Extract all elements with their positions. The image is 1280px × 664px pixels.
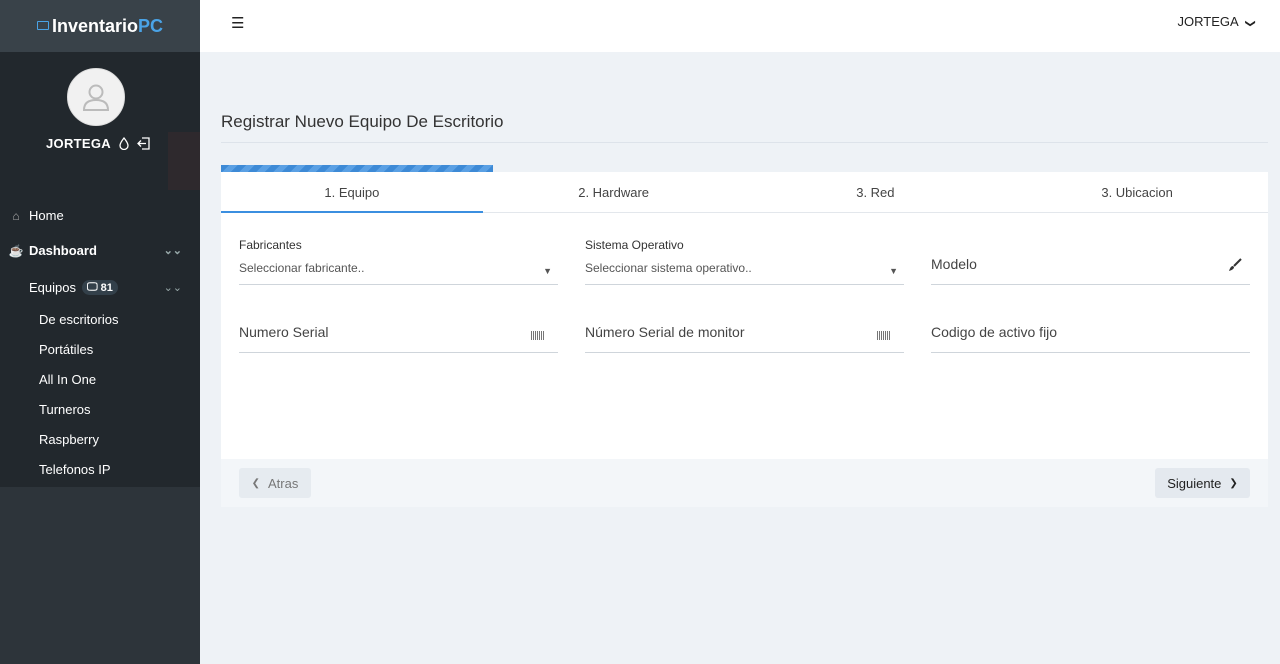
chevron-down-icon: ❯: [1244, 19, 1256, 28]
equipos-count-badge: 🖵 81: [81, 280, 118, 295]
brand-logo[interactable]: Inventario PC: [0, 0, 200, 52]
caret-down-icon: ▼: [543, 266, 552, 276]
tab-red[interactable]: 3. Red: [745, 172, 1007, 212]
sidebar-subitem-raspberry[interactable]: Raspberry: [0, 425, 200, 455]
caret-down-icon: ▼: [889, 266, 898, 276]
sidebar-item-home[interactable]: ⌂ Home: [0, 198, 200, 233]
fabricantes-select[interactable]: Seleccionar fabricante.. ▼: [239, 261, 558, 285]
wizard-card: 1. Equipo 2. Hardware 3. Red 3. Ubicacio…: [221, 172, 1268, 507]
page-title: Registrar Nuevo Equipo De Escritorio: [221, 112, 504, 131]
serial-monitor-placeholder: Número Serial de monitor: [585, 324, 745, 340]
wizard-tabs: 1. Equipo 2. Hardware 3. Red 3. Ubicacio…: [221, 172, 1268, 213]
monitor-icon: [36, 20, 49, 30]
fabricantes-label: Fabricantes: [239, 238, 302, 252]
chevron-right-icon: ❯: [1229, 477, 1238, 489]
sistema-operativo-field: Sistema Operativo Seleccionar sistema op…: [585, 238, 904, 285]
brand-accent: PC: [138, 15, 164, 36]
next-button[interactable]: Siguiente ❯: [1155, 468, 1250, 498]
sidebar-subitem-portatiles[interactable]: Portátiles: [0, 335, 200, 365]
brush-icon: [1228, 258, 1242, 275]
brand-name: Inventario: [51, 15, 138, 36]
chevron-left-icon: ❮: [251, 477, 261, 489]
sidebar-item-equipos[interactable]: Equipos 🖵 81 ⌄⌄: [0, 270, 200, 305]
avatar: [67, 68, 125, 126]
activo-fijo-placeholder: Codigo de activo fijo: [931, 324, 1058, 340]
monitor-icon: 🖵: [86, 281, 98, 293]
equipos-count: 81: [100, 281, 113, 294]
home-icon: ⌂: [12, 208, 20, 223]
coffee-icon: ☕: [8, 243, 24, 258]
sidebar-item-label: Home: [29, 208, 64, 223]
sidebar: InventarioPC JORTEGA ⌂ Home ☕ Dashboard: [0, 0, 200, 664]
tab-hardware[interactable]: 2. Hardware: [483, 172, 745, 212]
sidebar-subitem-de-escritorios[interactable]: De escritorios: [0, 305, 200, 335]
fabricantes-field: Fabricantes Seleccionar fabricante.. ▼: [239, 238, 558, 285]
barcode-icon: [531, 331, 544, 340]
collapsed-overlay: [168, 132, 200, 190]
tab-ubicacion[interactable]: 3. Ubicacion: [1006, 172, 1268, 212]
chevrons-down-icon: ⌄⌄: [163, 245, 182, 257]
chevrons-down-icon: ⌄⌄: [163, 282, 182, 294]
sistema-operativo-select[interactable]: Seleccionar sistema operativo.. ▼: [585, 261, 904, 285]
sidebar-item-label: Equipos: [29, 280, 76, 295]
modelo-input[interactable]: Modelo: [931, 252, 1250, 285]
numero-serial-input[interactable]: Numero Serial: [239, 320, 558, 353]
sidebar-item-dashboard[interactable]: ☕ Dashboard ⌄⌄: [0, 233, 200, 268]
sidebar-nav: ⌂ Home ☕ Dashboard ⌄⌄ Equipos 🖵 81 ⌄⌄ De…: [0, 176, 200, 487]
back-button-label: Atras: [268, 475, 299, 491]
serial-monitor-input[interactable]: Número Serial de monitor: [585, 320, 904, 353]
profile-panel: JORTEGA: [0, 52, 200, 190]
header-username: JORTEGA: [1177, 14, 1238, 29]
user-menu[interactable]: JORTEGA ❯: [1177, 14, 1256, 29]
sidebar-subitem-telefonos-ip[interactable]: Telefonos IP: [0, 455, 200, 485]
sidebar-subitem-all-in-one[interactable]: All In One: [0, 365, 200, 395]
sidebar-subitem-turneros[interactable]: Turneros: [0, 395, 200, 425]
sidebar-item-label: Dashboard: [29, 243, 97, 258]
numero-serial-placeholder: Numero Serial: [239, 324, 329, 340]
back-button[interactable]: ❮ Atras: [239, 468, 311, 498]
hamburger-menu-icon[interactable]: ☰: [231, 14, 244, 32]
sistema-operativo-placeholder: Seleccionar sistema operativo..: [585, 261, 752, 275]
divider: [221, 142, 1268, 143]
profile-username-row: JORTEGA: [46, 136, 151, 151]
modelo-placeholder: Modelo: [931, 256, 977, 272]
barcode-icon: [877, 331, 890, 340]
sistema-operativo-label: Sistema Operativo: [585, 238, 684, 252]
logout-icon[interactable]: [137, 137, 151, 150]
profile-username: JORTEGA: [46, 136, 111, 151]
activo-fijo-input[interactable]: Codigo de activo fijo: [931, 320, 1250, 353]
user-icon: [82, 84, 110, 111]
wizard-footer: ❮ Atras Siguiente ❯: [221, 459, 1268, 507]
next-button-label: Siguiente: [1167, 475, 1222, 491]
theme-drop-icon[interactable]: [119, 137, 129, 150]
top-header: ☰ JORTEGA ❯: [200, 0, 1280, 52]
wizard-progress-bar: [221, 165, 494, 172]
tab-equipo[interactable]: 1. Equipo: [221, 172, 483, 213]
fabricantes-placeholder: Seleccionar fabricante..: [239, 261, 365, 275]
